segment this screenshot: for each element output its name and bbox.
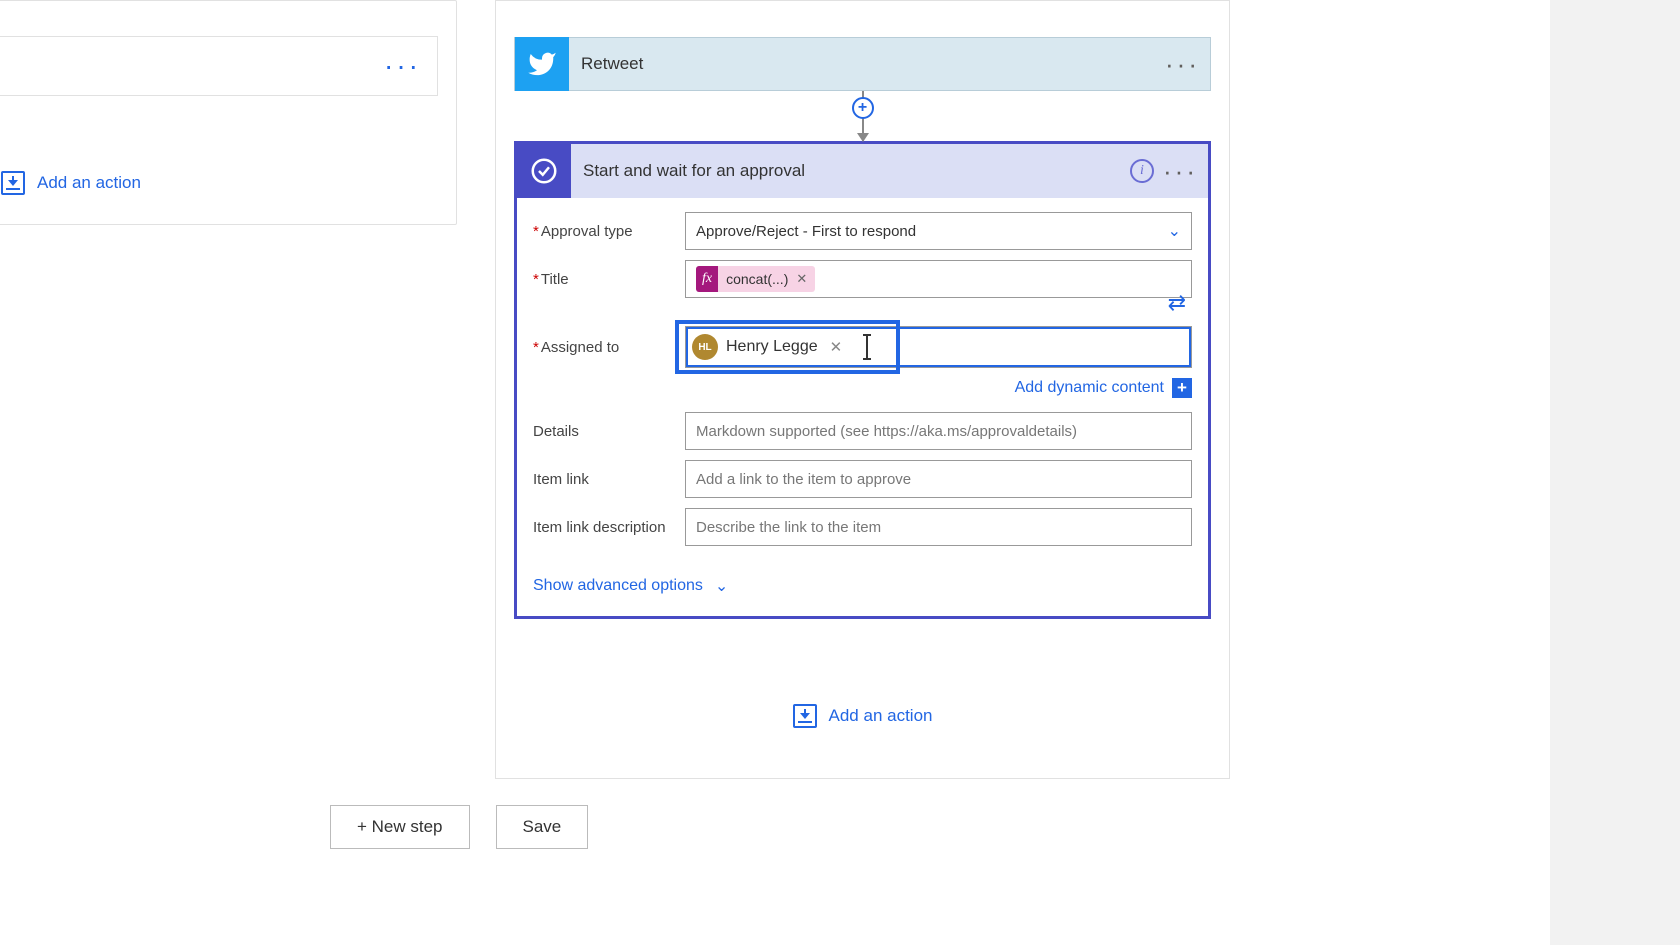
title-label: *Title [533,271,685,288]
more-options-icon[interactable]: ··· [1165,49,1200,80]
show-advanced-options[interactable]: Show advanced options ⌄ [533,576,728,596]
approval-type-value: Approve/Reject - First to respond [696,223,916,240]
item-link-row: Item link [533,460,1192,498]
details-input[interactable] [685,412,1192,450]
retweet-title: Retweet [581,54,643,74]
text-cursor-icon [866,336,868,358]
more-options-icon[interactable]: ··· [1163,156,1198,187]
bottom-add-action-label: Add an action [829,706,933,726]
right-background-panel [1550,0,1680,945]
left-branch-action-header[interactable]: ··· [0,36,438,96]
approval-title: Start and wait for an approval [583,161,805,181]
item-link-input-field[interactable] [696,471,1181,488]
title-input[interactable]: fx concat(...) ✕ [685,260,1192,298]
approval-type-label: *Approval type [533,223,685,240]
footer-buttons: + New step Save [330,805,588,849]
left-branch-card: ··· Add an action [0,0,457,225]
left-add-action[interactable]: Add an action [1,171,456,195]
add-step-plus-icon[interactable]: + [852,97,874,119]
person-chip[interactable]: HL Henry Legge ✕ [692,332,848,362]
new-step-button[interactable]: + New step [330,805,470,849]
main-flow-column: Retweet ··· + Start and wait for an appr… [495,0,1230,779]
add-action-icon [1,171,25,195]
assigned-to-row: *Assigned to ⇄ HL Henry Legge ✕ [533,326,1192,368]
approval-icon [517,144,571,198]
info-icon[interactable]: i [1130,159,1154,183]
arrow-down-icon [857,133,869,142]
item-link-input[interactable] [685,460,1192,498]
item-link-description-input-field[interactable] [696,519,1181,536]
approval-action-card: Start and wait for an approval i ··· *Ap… [514,141,1211,619]
title-row: *Title fx concat(...) ✕ [533,260,1192,298]
chevron-down-icon: ⌄ [1168,221,1181,241]
add-dynamic-content-label: Add dynamic content [1015,379,1164,397]
remove-person-icon[interactable]: ✕ [830,338,843,356]
fx-badge-icon: fx [696,266,718,292]
fx-expression-token[interactable]: fx concat(...) ✕ [696,266,815,292]
approval-type-row: *Approval type Approve/Reject - First to… [533,212,1192,250]
left-add-action-label: Add an action [37,173,141,193]
show-advanced-label: Show advanced options [533,577,703,595]
fx-token-label: concat(...) [726,271,788,287]
item-link-description-row: Item link description [533,508,1192,546]
add-dynamic-content[interactable]: Add dynamic content + [533,378,1192,398]
more-options-icon[interactable]: ··· [378,50,427,82]
item-link-label: Item link [533,471,685,488]
item-link-description-label: Item link description [533,519,685,536]
add-dynamic-content-plus-icon[interactable]: + [1172,378,1192,398]
retweet-action-card[interactable]: Retweet ··· [514,37,1211,91]
save-button[interactable]: Save [496,805,589,849]
assigned-to-label: *Assigned to [533,339,685,356]
add-action-icon [793,704,817,728]
item-link-description-input[interactable] [685,508,1192,546]
details-label: Details [533,423,685,440]
chevron-down-icon: ⌄ [715,576,728,596]
flow-connector: + [496,91,1229,141]
approval-body: *Approval type Approve/Reject - First to… [517,198,1208,616]
person-name: Henry Legge [726,338,818,356]
swap-mode-icon[interactable]: ⇄ [1168,290,1186,316]
details-input-field[interactable] [696,423,1181,440]
bottom-add-action[interactable]: Add an action [496,704,1229,728]
details-row: Details [533,412,1192,450]
approval-header[interactable]: Start and wait for an approval i ··· [517,144,1208,198]
remove-token-icon[interactable]: ✕ [796,271,807,287]
assigned-to-input[interactable]: HL Henry Legge ✕ [685,326,1192,368]
person-avatar: HL [692,334,718,360]
approval-type-select[interactable]: Approve/Reject - First to respond ⌄ [685,212,1192,250]
twitter-icon [515,37,569,91]
